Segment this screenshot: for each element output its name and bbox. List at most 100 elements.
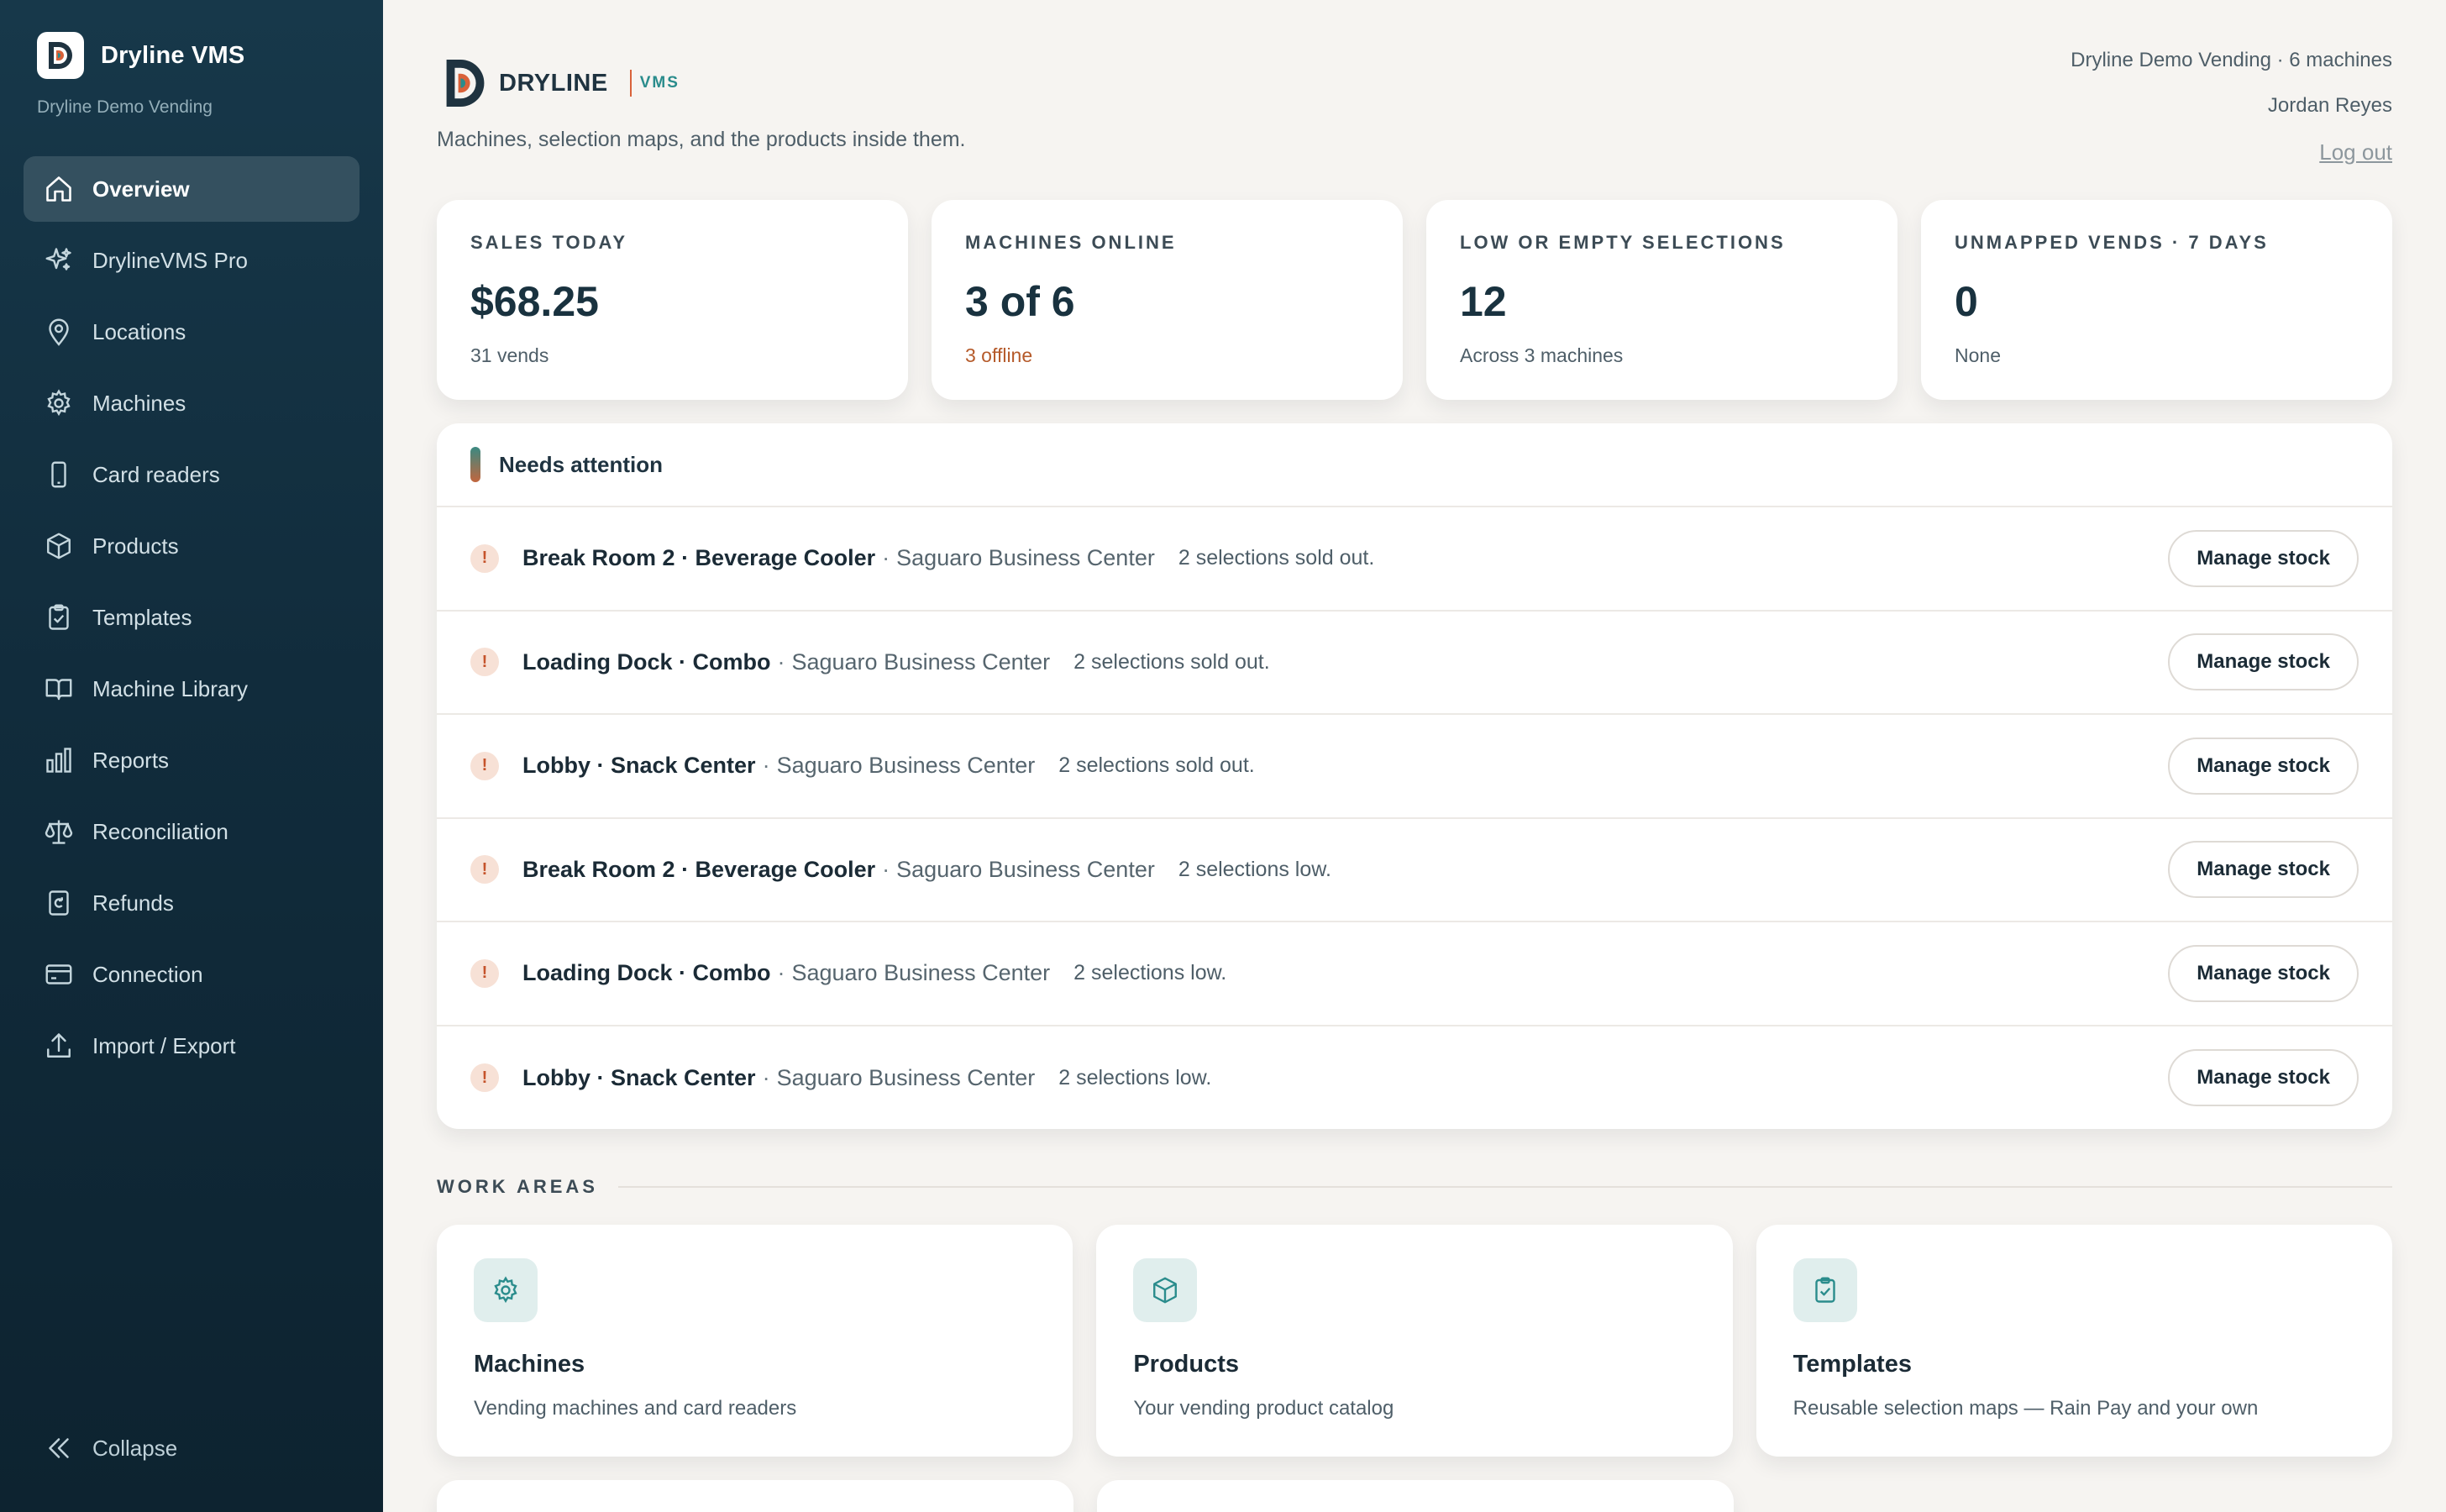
org-name: Dryline Demo Vending: [37, 97, 213, 117]
logout-link[interactable]: Log out: [2071, 139, 2392, 165]
work-areas-header: WORK AREAS: [437, 1176, 2392, 1198]
attention-message: 2 selections sold out.: [1058, 753, 1255, 778]
account-info: Dryline Demo Vending · 6 machines Jordan…: [2071, 49, 2392, 187]
sidebar-item-locations[interactable]: Locations: [24, 299, 360, 365]
stat-card-sales-today: SALES TODAY $68.25 31 vends: [437, 200, 908, 400]
stat-value: 12: [1460, 278, 1507, 325]
sparkle-icon: [45, 248, 71, 270]
manage-stock-button[interactable]: Manage stock: [2168, 737, 2359, 795]
machine-name[interactable]: Loading Dock · Combo: [522, 960, 770, 986]
work-areas-label: WORK AREAS: [437, 1176, 598, 1197]
phone-icon: [51, 461, 66, 488]
sidebar-item-label: Refunds: [92, 890, 174, 916]
receipt-icon: [49, 890, 69, 916]
work-area-desc: Vending machines and card readers: [474, 1397, 797, 1420]
alert-icon: !: [470, 1063, 499, 1093]
separator-dot: ·: [882, 545, 890, 571]
work-area-card-partial[interactable]: [437, 1480, 1073, 1512]
sidebar-item-machine-library[interactable]: Machine Library: [24, 656, 360, 722]
work-areas-divider: [617, 1186, 2392, 1188]
machine-name[interactable]: Lobby · Snack Center: [522, 753, 756, 779]
sidebar-item-label: Locations: [92, 318, 186, 344]
alert-icon: !: [470, 543, 499, 573]
manage-stock-button[interactable]: Manage stock: [2168, 1049, 2359, 1107]
work-area-card-machines[interactable]: Machines Vending machines and card reade…: [437, 1225, 1073, 1457]
stat-value: 3 of 6: [965, 278, 1075, 325]
page-tagline: Machines, selection maps, and the produc…: [437, 128, 966, 151]
upload-icon: [47, 1033, 71, 1058]
work-area-icon-box: [474, 1258, 538, 1322]
work-area-cards-row-2: [437, 1480, 1734, 1512]
work-area-desc: Reusable selection maps — Rain Pay and y…: [1793, 1397, 2259, 1420]
attention-row: ! Break Room 2 · Beverage Cooler · Sagua…: [437, 507, 2392, 612]
clipboard-icon: [49, 604, 69, 630]
map-pin-icon: [49, 318, 69, 346]
brand-logo-icon: [37, 32, 84, 79]
work-area-card-templates[interactable]: Templates Reusable selection maps — Rain…: [1756, 1225, 2392, 1457]
sidebar-item-reports[interactable]: Reports: [24, 727, 360, 793]
machine-name[interactable]: Break Room 2 · Beverage Cooler: [522, 857, 875, 883]
attention-message: 2 selections sold out.: [1178, 546, 1375, 570]
sidebar-item-import-export[interactable]: Import / Export: [24, 1013, 360, 1079]
attention-message: 2 selections sold out.: [1073, 649, 1270, 674]
needs-attention-panel: Needs attention ! Break Room 2 · Beverag…: [437, 423, 2392, 1129]
stat-sub: Across 3 machines: [1460, 344, 1624, 366]
gear-icon: [47, 389, 71, 417]
stat-label: SALES TODAY: [470, 232, 628, 253]
work-area-card-products[interactable]: Products Your vending product catalog: [1096, 1225, 1733, 1457]
machine-name[interactable]: Break Room 2 · Beverage Cooler: [522, 545, 875, 571]
manage-stock-button[interactable]: Manage stock: [2168, 944, 2359, 1002]
stat-sub: 31 vends: [470, 344, 549, 366]
work-area-icon-box: [1793, 1258, 1857, 1322]
sidebar-item-label: DrylineVMS Pro: [92, 247, 248, 273]
sidebar-item-overview[interactable]: Overview: [24, 156, 360, 222]
dryline-logo-icon: [446, 60, 485, 107]
scale-icon: [45, 820, 73, 844]
sidebar-item-pro[interactable]: DrylineVMS Pro: [24, 228, 360, 293]
sidebar-item-label: Card readers: [92, 461, 220, 487]
alert-icon: !: [470, 751, 499, 780]
clipboard-icon: [1814, 1277, 1835, 1303]
separator-dot: ·: [882, 856, 890, 882]
sidebar-item-products[interactable]: Products: [24, 513, 360, 579]
stat-card-low-empty: LOW OR EMPTY SELECTIONS 12 Across 3 mach…: [1426, 200, 1897, 400]
work-area-card-partial[interactable]: [1097, 1480, 1734, 1512]
home-icon: [46, 176, 71, 202]
sidebar-item-label: Overview: [92, 176, 190, 202]
stat-value: 0: [1955, 278, 1978, 325]
machine-name[interactable]: Lobby · Snack Center: [522, 1065, 756, 1091]
sidebar-item-card-readers[interactable]: Card readers: [24, 442, 360, 507]
attention-message: 2 selections low.: [1058, 1065, 1212, 1089]
app-name: Dryline VMS: [101, 41, 245, 69]
separator-dot: ·: [777, 960, 785, 986]
sidebar-item-label: Reconciliation: [92, 818, 228, 844]
stat-cards: SALES TODAY $68.25 31 vends MACHINES ONL…: [437, 200, 2392, 400]
brand[interactable]: Dryline VMS: [37, 32, 244, 79]
machine-name[interactable]: Loading Dock · Combo: [522, 649, 770, 675]
collapse-button[interactable]: Collapse: [44, 1433, 177, 1463]
sidebar-item-machines[interactable]: Machines: [24, 370, 360, 436]
stat-card-machines-online: MACHINES ONLINE 3 of 6 3 offline: [932, 200, 1403, 400]
sidebar-item-templates[interactable]: Templates: [24, 585, 360, 650]
logo-word: DRYLINE: [499, 69, 608, 97]
account-summary: Dryline Demo Vending · 6 machines: [2071, 49, 2392, 71]
location-name: Saguaro Business Center: [791, 960, 1051, 986]
attention-message: 2 selections low.: [1073, 961, 1227, 985]
manage-stock-button[interactable]: Manage stock: [2168, 633, 2359, 691]
bar-chart-icon: [46, 748, 71, 773]
sidebar-item-label: Import / Export: [92, 1032, 236, 1058]
sidebar-item-connection[interactable]: Connection: [24, 942, 360, 1007]
sidebar-item-refunds[interactable]: Refunds: [24, 870, 360, 936]
stat-sub: None: [1955, 344, 2001, 366]
sidebar-item-label: Templates: [92, 604, 192, 630]
manage-stock-button[interactable]: Manage stock: [2168, 841, 2359, 899]
header-logo[interactable]: DRYLINE VMS: [442, 57, 680, 109]
logo-divider: [629, 70, 632, 97]
sidebar-item-reconciliation[interactable]: Reconciliation: [24, 799, 360, 864]
manage-stock-button[interactable]: Manage stock: [2168, 529, 2359, 587]
attention-row: ! Loading Dock · Combo · Saguaro Busines…: [437, 612, 2392, 715]
stat-label: UNMAPPED VENDS · 7 DAYS: [1955, 232, 2269, 253]
collapse-label: Collapse: [92, 1435, 178, 1461]
stat-value: $68.25: [470, 278, 599, 325]
sidebar-item-label: Reports: [92, 747, 170, 773]
